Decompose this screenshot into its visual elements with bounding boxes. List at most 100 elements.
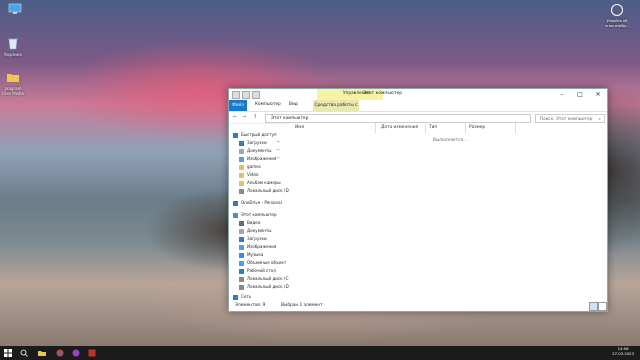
tab-computer[interactable]: Компьютер	[255, 102, 281, 107]
item-count: Элементов: 9	[235, 303, 266, 308]
file-explorer-icon[interactable]	[38, 349, 46, 357]
sidebar-item[interactable]: Музыка	[239, 251, 263, 259]
sidebar-item[interactable]: Загрузки	[239, 139, 267, 147]
cloud-icon	[233, 200, 238, 206]
sidebar-item[interactable]: Локальный диск (D:	[239, 187, 290, 195]
sidebar-item-label: Музыка	[247, 252, 264, 257]
sidebar-item[interactable]: Объемные объект	[239, 259, 286, 267]
taskbar: 14:06 27.03.2023	[0, 346, 640, 360]
maximize-button[interactable]: □	[571, 89, 589, 100]
monitor-icon	[233, 212, 238, 218]
properties-icon[interactable]	[232, 91, 240, 99]
download-icon	[239, 140, 244, 146]
file-explorer-window[interactable]: Управление Этот компьютер – □ ✕ Файл Ком…	[228, 88, 608, 312]
up-button[interactable]: ↑	[253, 114, 257, 120]
folder-icon	[239, 172, 244, 178]
forward-button[interactable]: →	[242, 114, 246, 120]
sidebar-item[interactable]: Документы	[239, 147, 272, 155]
address-text: Этот компьютер	[271, 116, 309, 121]
window-controls: – □ ✕	[553, 89, 607, 100]
sidebar-item-label: Изображения	[247, 244, 277, 249]
desktop-icon-label: Корзина	[4, 52, 22, 57]
sidebar-item-label: Альбом камеры	[247, 180, 281, 185]
browser-icon[interactable]	[56, 349, 64, 357]
back-button[interactable]: ←	[233, 114, 237, 120]
loading-text: Выполняется...	[433, 138, 468, 143]
status-bar: Элементов: 9 Выбран 1 элемент	[229, 301, 607, 311]
spotlight-line2: этом изобр...	[604, 23, 630, 28]
sidebar-item[interactable]: Локальный диск (D	[239, 283, 289, 291]
sidebar-item[interactable]: Изображения	[239, 243, 276, 251]
address-bar[interactable]: Этот компьютер	[265, 114, 531, 123]
drive-icon	[239, 276, 244, 282]
sidebar-item[interactable]: Этот компьютер	[233, 211, 277, 219]
sidebar-item[interactable]: OneDrive - Personal	[233, 199, 282, 207]
tab-view[interactable]: Вид	[289, 102, 298, 107]
sidebar-item-label: Видео	[247, 220, 261, 225]
camera-icon	[611, 4, 623, 16]
file-list[interactable]: Имя Дата изменения Тип Размер Выполняетс…	[289, 123, 607, 301]
sidebar-item[interactable]: Загрузки	[239, 235, 267, 243]
search-input[interactable]: Поиск: Этот компьютер ⌕	[535, 114, 605, 123]
details-view-button[interactable]	[589, 302, 598, 311]
customize-icon[interactable]	[252, 91, 260, 99]
sidebar-item[interactable]: Изображения	[239, 155, 276, 163]
sidebar-item[interactable]: Сеть	[233, 293, 251, 301]
spotlight-info-tile[interactable]: Узнайте об этом изобр...	[602, 4, 632, 28]
column-header-type[interactable]: Тип	[429, 125, 437, 130]
sidebar-item-label: Быстрый доступ	[241, 132, 277, 137]
sidebar-item[interactable]: Рабочий стол	[239, 267, 276, 275]
sidebar-item[interactable]: Video	[239, 171, 258, 179]
minimize-button[interactable]: –	[553, 89, 571, 100]
sidebar-item[interactable]: Документы	[239, 227, 272, 235]
desktop-icon-this-pc[interactable]	[2, 2, 28, 18]
sidebar-item[interactable]: Видео	[239, 219, 260, 227]
large-icons-view-button[interactable]	[598, 302, 607, 311]
sidebar-item-label: Документы	[247, 228, 272, 233]
sidebar-item-label: Локальный диск (С	[247, 276, 289, 281]
download-icon	[239, 236, 244, 242]
sidebar-item[interactable]: Альбом камеры	[239, 179, 281, 187]
sidebar-item-label: Изображения	[247, 156, 277, 161]
folder-icon	[239, 180, 244, 186]
sidebar-item[interactable]: Локальный диск (С	[239, 275, 288, 283]
clock[interactable]: 14:06 27.03.2023	[612, 346, 634, 356]
sidebar-item-label: Сеть	[241, 294, 252, 299]
monitor-icon	[8, 2, 22, 16]
column-header-size[interactable]: Размер	[469, 125, 485, 130]
column-header-date[interactable]: Дата изменения	[381, 125, 418, 130]
close-button[interactable]: ✕	[589, 89, 607, 100]
cube-icon	[239, 260, 244, 266]
sidebar-item-label: Этот компьютер	[241, 212, 277, 217]
clock-date: 27.03.2023	[612, 351, 634, 356]
tab-file[interactable]: Файл	[229, 100, 247, 111]
sidebar-item-label: Рабочий стол	[247, 268, 276, 273]
desktop-icon-recycle-bin[interactable]: Корзина	[0, 36, 26, 57]
navigation-pane: Быстрый доступ Загрузки ⊸ Документы ⊸ Изображ…	[229, 125, 290, 301]
desktop-icon-folder[interactable]: program Files Misha	[0, 70, 26, 96]
new-folder-icon[interactable]	[242, 91, 250, 99]
sidebar-item[interactable]: Быстрый доступ	[233, 131, 277, 139]
pin-icon: ⊸	[276, 155, 280, 160]
sidebar-item-label: Локальный диск (D:	[247, 188, 291, 193]
document-icon	[239, 228, 244, 234]
search-icon[interactable]	[20, 349, 28, 357]
pictures-icon	[239, 156, 244, 162]
video-icon	[239, 220, 244, 226]
sidebar-item-label: Документы	[247, 148, 272, 153]
pin-icon: ⊸	[276, 147, 280, 152]
sidebar-item-label: Объемные объект	[247, 260, 287, 265]
title-bar[interactable]: Управление Этот компьютер – □ ✕	[229, 89, 607, 100]
selection-count: Выбран 1 элемент	[281, 303, 323, 308]
folder-icon	[239, 164, 244, 170]
sidebar-item[interactable]: games	[239, 163, 261, 171]
star-icon	[233, 132, 238, 138]
tab-drive-tools[interactable]: Средства работы с дисками	[313, 100, 359, 119]
windows-icon[interactable]	[4, 349, 12, 357]
chat-icon[interactable]	[72, 349, 80, 357]
app-icon[interactable]	[88, 349, 96, 357]
sidebar-item-label: Загрузки	[247, 236, 267, 241]
ribbon-tabs: Файл Компьютер Вид Средства работы с дис…	[229, 100, 607, 119]
sidebar-item-label: Video	[247, 172, 259, 177]
column-header-name[interactable]: Имя	[295, 125, 304, 130]
